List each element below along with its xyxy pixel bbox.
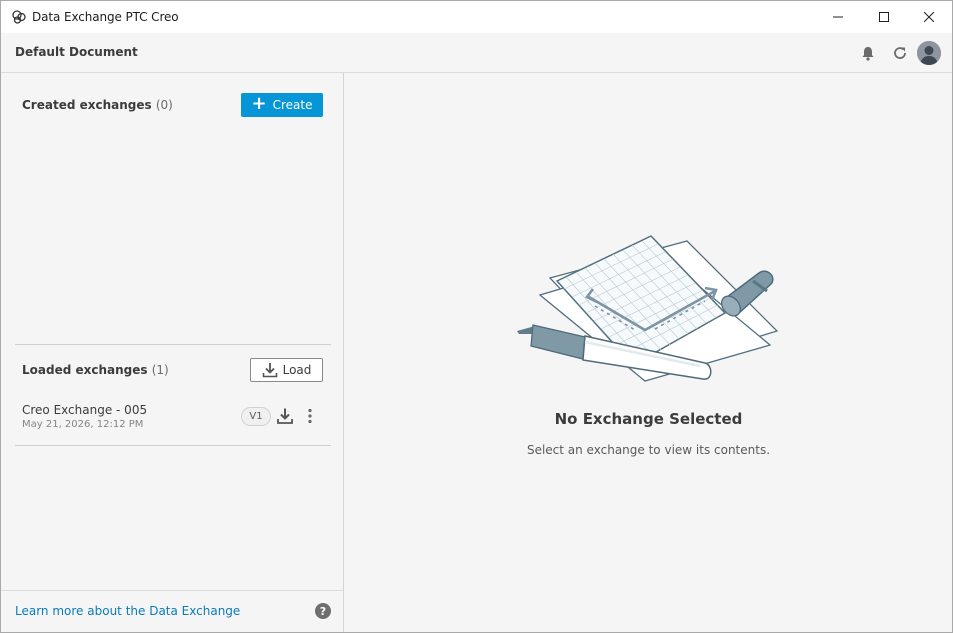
minimize-icon	[833, 16, 843, 18]
close-icon	[924, 12, 934, 22]
learn-more-link[interactable]: Learn more about the Data Exchange	[15, 604, 240, 618]
exchange-name: Creo Exchange - 005	[22, 403, 148, 417]
app-window: Data Exchange PTC Creo Default Document	[0, 0, 953, 633]
section-divider	[15, 344, 331, 345]
empty-state-title: No Exchange Selected	[554, 410, 743, 428]
close-button[interactable]	[906, 1, 952, 33]
download-icon	[277, 408, 293, 424]
help-icon[interactable]: ?	[315, 603, 331, 619]
window-title: Data Exchange PTC Creo	[32, 10, 179, 24]
download-icon	[262, 363, 277, 378]
loaded-exchanges-label: Loaded exchanges	[22, 363, 148, 377]
maximize-icon	[879, 12, 889, 22]
loaded-exchanges-count: (1)	[151, 363, 169, 377]
empty-state-illustration-icon	[517, 235, 779, 382]
exchange-detail-panel: No Exchange Selected Select an exchange …	[345, 73, 952, 632]
minimize-button[interactable]	[815, 1, 861, 33]
created-exchanges-heading: Created exchanges (0)	[22, 98, 173, 112]
footer-divider	[1, 590, 343, 591]
notifications-button[interactable]	[857, 42, 879, 64]
maximize-button[interactable]	[861, 1, 907, 33]
create-exchange-button[interactable]: + Create	[241, 93, 323, 117]
load-button-label: Load	[282, 363, 312, 377]
download-exchange-button[interactable]	[276, 407, 294, 425]
title-bar: Data Exchange PTC Creo	[1, 1, 952, 33]
section-divider	[15, 445, 331, 446]
user-avatar-icon	[917, 41, 941, 65]
loaded-exchanges-heading: Loaded exchanges (1)	[22, 363, 169, 377]
document-header: Default Document	[1, 33, 952, 73]
refresh-icon	[894, 47, 906, 59]
refresh-button[interactable]	[889, 42, 911, 64]
version-badge: V1	[241, 407, 271, 426]
exchange-date: May 21, 2026, 12:12 PM	[22, 419, 144, 430]
bell-icon	[862, 46, 874, 61]
load-exchange-button[interactable]: Load	[250, 358, 323, 382]
created-exchanges-label: Created exchanges	[22, 98, 152, 112]
document-title: Default Document	[15, 45, 138, 59]
more-vertical-icon	[308, 408, 312, 424]
empty-state-subtitle: Select an exchange to view its contents.	[526, 443, 771, 457]
plus-icon: +	[251, 93, 267, 114]
created-exchanges-count: (0)	[155, 98, 173, 112]
exchanges-sidebar: Created exchanges (0) + Create Loaded ex…	[1, 73, 344, 632]
more-options-button[interactable]	[301, 407, 319, 425]
data-exchange-logo-icon	[12, 10, 26, 24]
create-button-label: Create	[272, 98, 313, 112]
user-avatar[interactable]	[917, 41, 941, 65]
